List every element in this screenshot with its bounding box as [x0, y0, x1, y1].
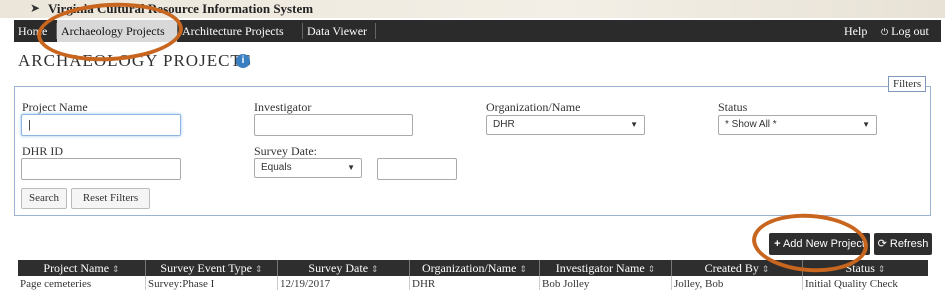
filters-legend[interactable]: Filters: [888, 76, 927, 92]
refresh-button[interactable]: ⟳ Refresh: [874, 233, 932, 255]
organization-select[interactable]: DHR ▼: [486, 115, 645, 135]
chevron-down-icon: ▼: [347, 163, 355, 172]
filters-panel: [14, 86, 931, 216]
column-header-organization-name[interactable]: Organization/Name ⇕: [410, 260, 540, 276]
investigator-input[interactable]: [254, 114, 413, 136]
dhr-id-label: DHR ID: [22, 144, 63, 158]
power-icon: ⏻: [881, 27, 889, 37]
cell-survey-date: 12/19/2017: [278, 276, 410, 290]
survey-date-label: Survey Date:: [254, 144, 317, 158]
project-name-input[interactable]: |: [21, 114, 181, 136]
refresh-label: Refresh: [889, 238, 929, 250]
sort-icon: ⇕: [647, 264, 656, 274]
status-select[interactable]: * Show All * ▼: [718, 115, 877, 135]
survey-date-operator-value: Equals: [261, 162, 292, 173]
cell-investigator: Bob Jolley: [540, 276, 672, 290]
chevron-down-icon: ▼: [862, 120, 870, 129]
sort-icon: ⇕: [371, 264, 379, 274]
nav-data-viewer[interactable]: Data Viewer: [303, 20, 375, 42]
sort-icon: ⇕: [255, 264, 263, 274]
sort-icon: ⇕: [761, 264, 770, 274]
nav-divider: [375, 23, 376, 39]
column-header-survey-event-type[interactable]: Survey Event Type ⇕: [146, 260, 278, 276]
cell-status: Initial Quality Check: [805, 278, 898, 290]
status-select-value: * Show All *: [725, 119, 777, 130]
survey-date-input[interactable]: [377, 158, 457, 180]
dhr-id-input[interactable]: [21, 158, 181, 180]
column-header-investigator-name[interactable]: Investigator Name ⇕: [540, 260, 672, 276]
cell-survey-event-type: Survey:Phase I: [146, 276, 278, 290]
sort-icon: ⇕: [877, 264, 886, 274]
cell-project-name[interactable]: Page cemeteries: [18, 276, 146, 290]
nav-logout[interactable]: ⏻ Log out: [877, 20, 941, 42]
arrow-icon: ➤: [30, 1, 41, 15]
reset-filters-button[interactable]: Reset Filters: [71, 188, 150, 209]
investigator-label: Investigator: [254, 100, 312, 114]
sort-icon: ⇕: [519, 264, 527, 274]
cell-created-by: Jolley, Bob: [672, 276, 803, 290]
nav-logout-label: Log out: [891, 24, 929, 38]
table-row[interactable]: Page cemeteries Survey:Phase I 12/19/201…: [18, 276, 928, 290]
project-name-label: Project Name: [22, 100, 88, 114]
survey-date-operator-select[interactable]: Equals ▼: [254, 158, 362, 178]
status-label: Status: [718, 100, 748, 114]
column-header-survey-date[interactable]: Survey Date ⇕: [278, 260, 410, 276]
organization-label: Organization/Name: [486, 100, 581, 114]
sort-icon: ⇕: [112, 264, 120, 274]
cell-organization: DHR: [410, 276, 540, 290]
chevron-down-icon: ▼: [630, 120, 638, 129]
organization-select-value: DHR: [493, 119, 515, 130]
info-icon[interactable]: i: [236, 54, 250, 68]
search-button[interactable]: Search: [21, 188, 67, 209]
refresh-icon: ⟳: [877, 238, 887, 250]
nav-architecture-projects[interactable]: Architecture Projects: [178, 20, 302, 42]
nav-help[interactable]: Help: [840, 20, 874, 42]
column-header-project-name[interactable]: Project Name ⇕: [18, 260, 146, 276]
